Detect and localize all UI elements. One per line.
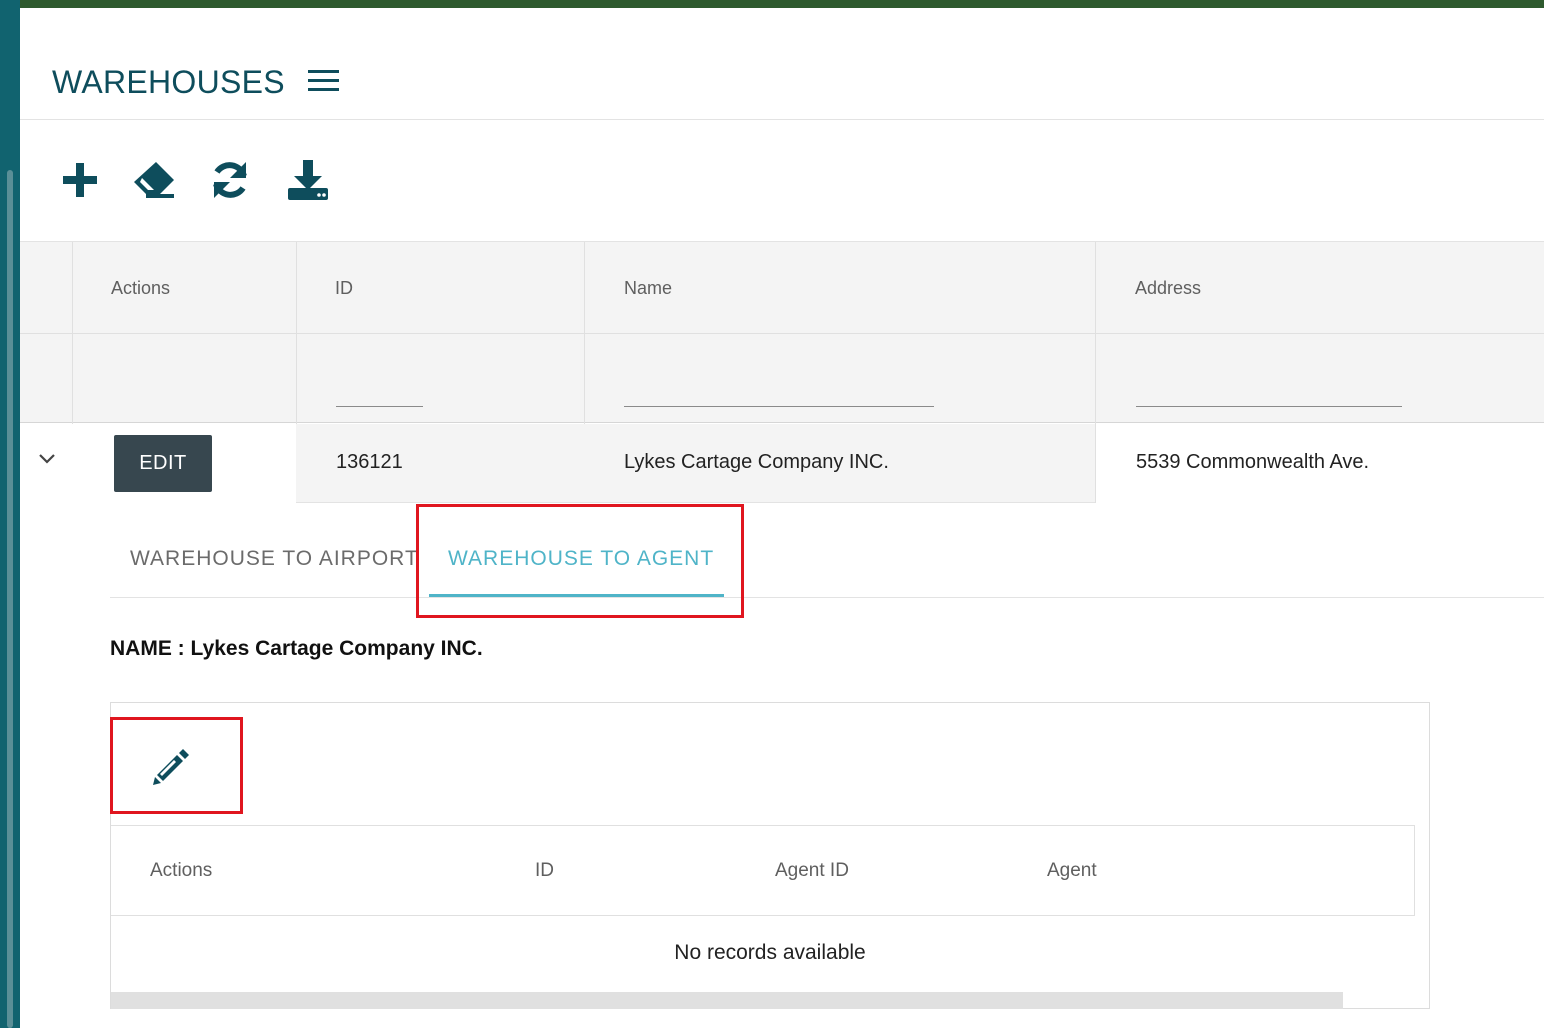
export-button[interactable] bbox=[286, 158, 330, 202]
horizontal-scrollbar[interactable] bbox=[111, 992, 1343, 1009]
pencil-icon bbox=[153, 749, 189, 785]
column-header-id[interactable]: ID bbox=[335, 278, 353, 299]
edit-agents-button[interactable] bbox=[149, 743, 195, 789]
tabs-divider bbox=[110, 597, 1544, 598]
address-filter-input[interactable] bbox=[1136, 406, 1402, 407]
hamburger-menu-icon[interactable] bbox=[308, 70, 340, 94]
clear-filters-button[interactable] bbox=[132, 158, 176, 202]
sub-column-header-agent-id[interactable]: Agent ID bbox=[775, 860, 849, 882]
page-title: WAREHOUSES bbox=[52, 64, 285, 100]
plus-icon bbox=[63, 163, 97, 197]
cell-name: Lykes Cartage Company INC. bbox=[624, 451, 889, 473]
refresh-icon bbox=[213, 162, 247, 198]
sub-column-header-id[interactable]: ID bbox=[535, 860, 554, 882]
grid-header: Actions ID Name Address bbox=[20, 241, 1544, 424]
add-button[interactable] bbox=[58, 158, 102, 202]
id-filter-input[interactable] bbox=[336, 406, 423, 407]
eraser-icon bbox=[134, 162, 174, 198]
column-header-name[interactable]: Name bbox=[624, 278, 672, 299]
table-row[interactable]: EDIT 136121 Lykes Cartage Company INC. 5… bbox=[20, 424, 1544, 503]
tab-warehouse-to-agent[interactable]: WAREHOUSE TO AGENT bbox=[448, 547, 714, 571]
left-rail bbox=[0, 0, 20, 1028]
detail-name-value: Lykes Cartage Company INC. bbox=[190, 637, 483, 660]
download-icon bbox=[288, 160, 328, 200]
top-strip bbox=[0, 0, 1544, 8]
edit-button[interactable]: EDIT bbox=[114, 435, 212, 492]
subgrid-header: Actions ID Agent ID Agent bbox=[111, 825, 1415, 916]
detail-name-label: NAME : bbox=[110, 637, 185, 660]
header-divider bbox=[20, 119, 1544, 120]
cell-address: 5539 Commonwealth Ave. bbox=[1136, 451, 1370, 473]
no-records-message: No records available bbox=[674, 941, 866, 964]
agent-subgrid: Actions ID Agent ID Agent No records ava… bbox=[110, 702, 1430, 1009]
sub-column-header-actions: Actions bbox=[150, 860, 213, 881]
column-header-address[interactable]: Address bbox=[1135, 278, 1201, 299]
cell-id: 136121 bbox=[336, 451, 403, 473]
tab-warehouse-to-airport[interactable]: WAREHOUSE TO AIRPORT bbox=[130, 547, 419, 571]
refresh-button[interactable] bbox=[208, 158, 252, 202]
column-header-actions: Actions bbox=[111, 278, 171, 298]
detail-name: NAME : Lykes Cartage Company INC. bbox=[110, 637, 483, 661]
sub-column-header-agent[interactable]: Agent bbox=[1047, 860, 1097, 882]
name-filter-input[interactable] bbox=[624, 406, 934, 407]
left-scroll-thumb[interactable] bbox=[7, 170, 13, 1028]
chevron-down-icon[interactable] bbox=[37, 452, 57, 466]
